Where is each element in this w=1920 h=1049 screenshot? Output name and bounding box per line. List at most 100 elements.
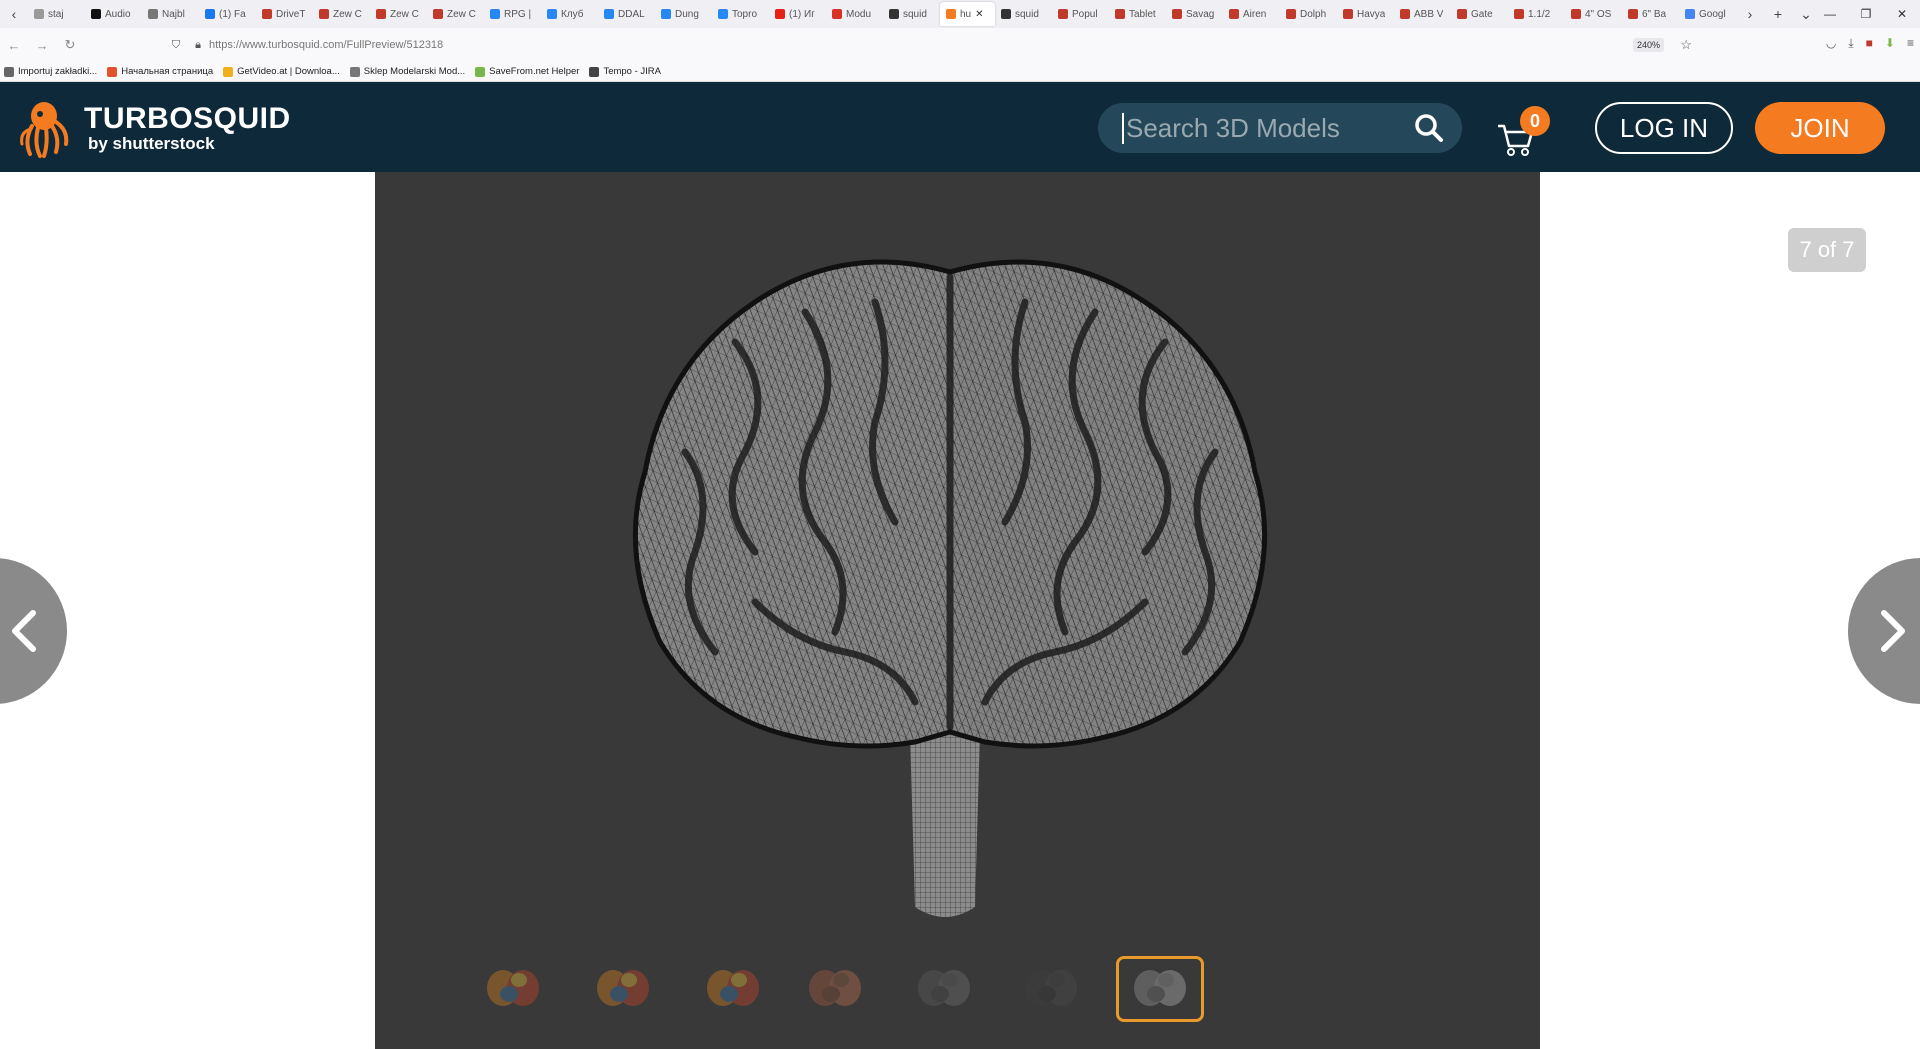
- browser-tab[interactable]: 4" OS: [1565, 2, 1622, 26]
- browser-tab[interactable]: (1) Иг: [769, 2, 826, 26]
- tab-title: Клуб: [561, 8, 584, 20]
- browser-tab[interactable]: staj: [28, 2, 85, 26]
- turbosquid-logo[interactable]: TURBOSQUID by shutterstock: [20, 100, 291, 158]
- tab-scroll-left-icon[interactable]: ‹: [0, 6, 28, 22]
- bookmark-icon: [223, 66, 234, 77]
- downloads-icon[interactable]: ⤓: [1848, 36, 1853, 51]
- join-button[interactable]: JOIN: [1755, 102, 1885, 154]
- pocket-icon[interactable]: ◡: [1826, 36, 1836, 51]
- tab-title: Modu: [846, 8, 872, 20]
- bookmark-icon: [107, 66, 118, 77]
- extension-icon[interactable]: ■: [1866, 36, 1873, 51]
- browser-tab[interactable]: squid: [995, 2, 1052, 26]
- browser-tab[interactable]: Zew C: [313, 2, 370, 26]
- bookmark-item[interactable]: Начальная страница: [107, 66, 213, 77]
- browser-tab[interactable]: Audio: [85, 2, 142, 26]
- squid-icon: [1001, 9, 1011, 19]
- browser-tab[interactable]: Havya: [1337, 2, 1394, 26]
- browser-tab[interactable]: Zew C: [427, 2, 484, 26]
- browser-tab[interactable]: squid: [883, 2, 940, 26]
- browser-tab[interactable]: Modu: [826, 2, 883, 26]
- tab-title: DriveT: [276, 8, 306, 20]
- gc-icon: [1172, 9, 1182, 19]
- search-icon[interactable]: [1414, 113, 1444, 143]
- browser-tab[interactable]: ABB V: [1394, 2, 1451, 26]
- address-bar[interactable]: ⛉ 🔒︎ https://www.turbosquid.com/FullPrev…: [165, 32, 1700, 58]
- logo-sub-text: by shutterstock: [88, 134, 215, 153]
- browser-tab[interactable]: Topro: [712, 2, 769, 26]
- close-tab-icon[interactable]: ✕: [975, 9, 983, 20]
- thumbnail-4[interactable]: [791, 956, 879, 1022]
- browser-tab[interactable]: DriveT: [256, 2, 313, 26]
- tab-title: squid: [1015, 8, 1039, 20]
- search-input[interactable]: [1122, 112, 1402, 144]
- zoom-level[interactable]: 240%: [1632, 38, 1664, 52]
- shield-icon[interactable]: ⛉: [165, 39, 187, 52]
- bookmark-icon: [475, 66, 486, 77]
- lock-icon[interactable]: 🔒︎: [187, 39, 209, 52]
- browser-tab[interactable]: Gate: [1451, 2, 1508, 26]
- browser-tab[interactable]: Tablet: [1109, 2, 1166, 26]
- facebook-icon: [205, 9, 215, 19]
- thumbnail-6[interactable]: [1007, 956, 1095, 1022]
- bookmark-item[interactable]: Tempo - JIRA: [589, 66, 661, 77]
- bookmark-item[interactable]: Importuj zakładki...: [4, 66, 97, 77]
- tab-title: Topro: [732, 8, 758, 20]
- thumbnail-2[interactable]: [579, 956, 667, 1022]
- next-image-button[interactable]: [1848, 558, 1920, 704]
- browser-tab[interactable]: 1.1/2: [1508, 2, 1565, 26]
- browser-tab[interactable]: Dung: [655, 2, 712, 26]
- bookmark-item[interactable]: SaveFrom.net Helper: [475, 66, 579, 77]
- url-text[interactable]: https://www.turbosquid.com/FullPreview/5…: [209, 39, 443, 51]
- thumbnail-1[interactable]: [469, 956, 557, 1022]
- browser-tab[interactable]: Popul: [1052, 2, 1109, 26]
- bookmark-star-icon[interactable]: ☆: [1680, 37, 1692, 53]
- cart-button[interactable]: 0: [1496, 106, 1550, 156]
- zew-icon: [433, 9, 443, 19]
- bookmark-item[interactable]: Sklep Modelarski Mod...: [349, 66, 465, 77]
- tab-title: Najbl: [162, 8, 185, 20]
- brain-wireframe-image[interactable]: [375, 172, 1540, 1049]
- thumbnail-3[interactable]: [689, 956, 777, 1022]
- browser-tab[interactable]: Airen: [1223, 2, 1280, 26]
- bookmark-item[interactable]: GetVideo.at | Downloa...: [223, 66, 340, 77]
- browser-tab[interactable]: (1) Fa: [199, 2, 256, 26]
- browser-tab[interactable]: 6" Ba: [1622, 2, 1679, 26]
- close-window-icon[interactable]: ✕: [1884, 0, 1920, 28]
- browser-tab[interactable]: Клуб: [541, 2, 598, 26]
- reload-icon[interactable]: ↻: [56, 37, 84, 53]
- forward-icon[interactable]: →: [28, 38, 56, 53]
- new-tab-icon[interactable]: +: [1764, 6, 1792, 22]
- browser-tab[interactable]: Savag: [1166, 2, 1223, 26]
- thumbnail-7[interactable]: [1116, 956, 1204, 1022]
- browser-tab[interactable]: hu ✕: [940, 2, 995, 26]
- previous-image-button[interactable]: [0, 558, 67, 704]
- brain-thumbnail-icon: [707, 970, 759, 1006]
- browser-tab[interactable]: DDAL: [598, 2, 655, 26]
- bookmarks-bar: Importuj zakładki... Начальная страница Ge…: [0, 62, 1920, 82]
- tab-title: staj: [48, 8, 64, 20]
- tab-scroll-right-icon[interactable]: ›: [1736, 6, 1764, 22]
- menu-icon[interactable]: ≡: [1907, 36, 1914, 51]
- savefrom-extension-icon[interactable]: ⬇: [1885, 36, 1895, 51]
- browser-tab[interactable]: Googl: [1679, 2, 1736, 26]
- b-icon: [91, 9, 101, 19]
- minimize-icon[interactable]: —: [1812, 0, 1848, 28]
- gc-icon: [1058, 9, 1068, 19]
- gc-icon: [1229, 9, 1239, 19]
- gc-icon: [1457, 9, 1467, 19]
- login-button[interactable]: LOG IN: [1595, 102, 1733, 154]
- bookmark-label: SaveFrom.net Helper: [489, 66, 580, 77]
- chevron-right-icon: [1881, 610, 1905, 652]
- bookmark-icon: [4, 66, 14, 77]
- thumbnail-5[interactable]: [900, 956, 988, 1022]
- restore-icon[interactable]: ❐: [1848, 0, 1884, 28]
- browser-tab[interactable]: Najbl: [142, 2, 199, 26]
- tab-title: Havya: [1357, 8, 1386, 20]
- browser-tab[interactable]: Zew C: [370, 2, 427, 26]
- browser-tab[interactable]: Dolph: [1280, 2, 1337, 26]
- gc-icon: [1115, 9, 1125, 19]
- browser-tab[interactable]: RPG |: [484, 2, 541, 26]
- back-icon[interactable]: ←: [0, 38, 28, 53]
- tab-title: 6" Ba: [1642, 8, 1667, 20]
